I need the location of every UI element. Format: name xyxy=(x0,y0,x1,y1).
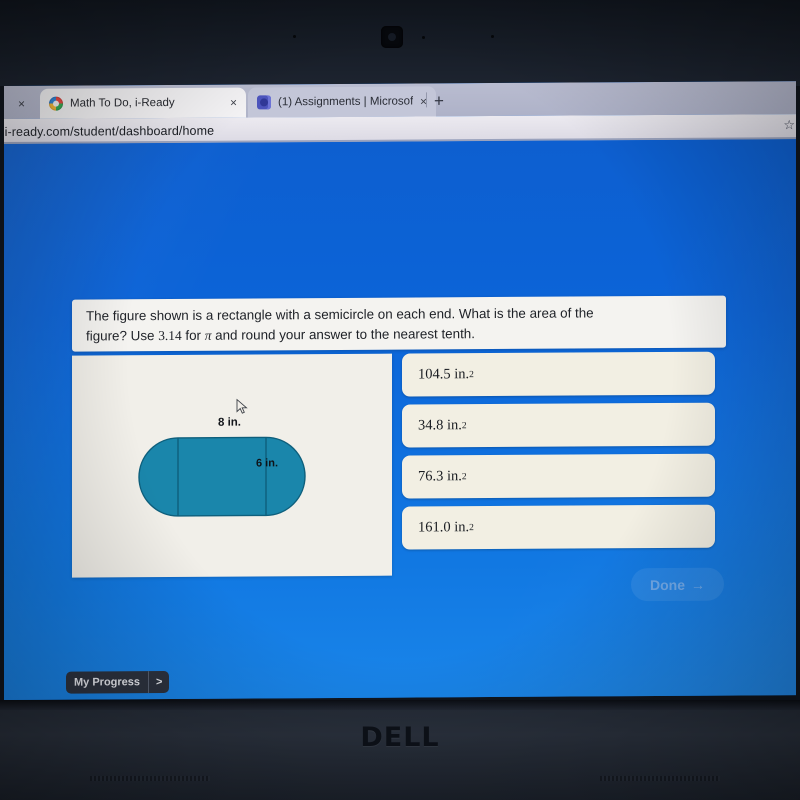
answer-choice-value: 76.3 in. xyxy=(418,468,462,485)
microphone-hole xyxy=(293,35,296,38)
bookmark-star-icon[interactable]: ☆ xyxy=(783,117,795,132)
iready-page: The figure shown is a rectangle with a s… xyxy=(4,139,796,701)
figure-panel: 8 in. 6 in. xyxy=(72,353,392,578)
answer-choice-list: 104.5 in. 2 34.8 in. 2 76.3 in. 2 161.0 in.… xyxy=(402,351,726,558)
address-bar-url[interactable]: n.i-ready.com/student/dashboard/home xyxy=(4,123,214,138)
laptop-right-bezel xyxy=(796,86,800,700)
microphone-hole xyxy=(491,35,494,38)
laptop-top-bezel xyxy=(0,0,800,86)
figure-label-height: 6 in. xyxy=(256,457,279,470)
answer-choice[interactable]: 161.0 in. 2 xyxy=(402,504,715,550)
speaker-grille xyxy=(600,776,720,781)
answer-choice[interactable]: 34.8 in. 2 xyxy=(402,402,715,448)
answer-choice-exponent: 2 xyxy=(461,471,467,482)
done-button-label: Done xyxy=(650,576,685,593)
question-line-2-pre: figure? Use xyxy=(86,327,159,344)
answer-choice-exponent: 2 xyxy=(469,522,474,533)
browser-tab-strip: × Math To Do, i-Ready × (1) Assignments … xyxy=(4,81,796,120)
answer-choice-value: 161.0 in. xyxy=(418,519,470,536)
laptop-screen: × Math To Do, i-Ready × (1) Assignments … xyxy=(4,81,796,701)
answer-choice-exponent: 2 xyxy=(469,369,474,380)
laptop-photo: × Math To Do, i-Ready × (1) Assignments … xyxy=(0,0,800,800)
webcam-icon xyxy=(381,26,403,48)
my-progress-button[interactable]: My Progress > xyxy=(66,670,170,694)
chevron-right-icon: > xyxy=(156,676,163,689)
new-tab-button[interactable]: + xyxy=(434,91,444,110)
browser-tab-title: Math To Do, i-Ready xyxy=(70,96,175,110)
iready-circle-icon xyxy=(49,96,63,111)
answer-choice[interactable]: 104.5 in. 2 xyxy=(402,351,715,397)
close-icon[interactable]: × xyxy=(230,96,237,110)
question-line-2-post: and round your answer to the nearest ten… xyxy=(211,325,475,343)
my-progress-label: My Progress xyxy=(74,676,141,689)
laptop-hinge xyxy=(0,700,800,710)
done-button[interactable]: Done → xyxy=(631,567,724,602)
answer-choice[interactable]: 76.3 in. 2 xyxy=(402,453,715,499)
browser-tab-iready[interactable]: Math To Do, i-Ready × xyxy=(40,87,246,119)
tab-divider xyxy=(426,92,427,108)
tab-close-icon-left[interactable]: × xyxy=(18,97,25,111)
microsoft-teams-icon xyxy=(257,95,271,110)
speaker-grille xyxy=(90,776,210,781)
browser-tab-teams[interactable]: (1) Assignments | Microsoft Team × xyxy=(248,86,436,118)
dell-logo: DELL xyxy=(0,722,800,753)
question-line-1: The figure shown is a rectangle with a s… xyxy=(86,305,594,324)
arrow-right-icon: → xyxy=(691,576,705,593)
figure-label-width: 8 in. xyxy=(218,416,242,429)
laptop-deck: DELL xyxy=(0,700,800,800)
answer-choice-value: 34.8 in. xyxy=(418,417,462,434)
answer-choice-exponent: 2 xyxy=(461,420,467,431)
pi-value: 3.14 xyxy=(158,327,182,343)
microphone-hole xyxy=(422,36,425,39)
stadium-figure xyxy=(138,436,306,517)
answer-choice-value: 104.5 in. xyxy=(418,366,470,383)
browser-tab-title: (1) Assignments | Microsoft Team xyxy=(278,95,413,109)
dell-logo-text: DELL xyxy=(360,722,440,753)
question-line-2-mid: for xyxy=(181,327,205,343)
question-card: The figure shown is a rectangle with a s… xyxy=(72,295,726,352)
mouse-pointer-icon xyxy=(236,398,248,414)
